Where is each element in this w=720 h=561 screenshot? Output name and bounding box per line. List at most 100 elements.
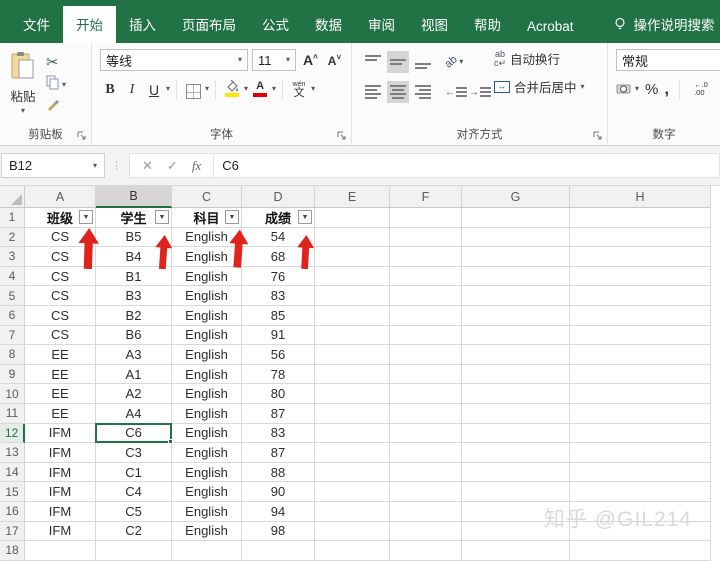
phonetic-button[interactable]: wén 文 <box>289 78 309 99</box>
comma-style-button[interactable]: , <box>664 79 669 99</box>
cell-B9[interactable]: A1 <box>96 364 172 385</box>
cell-F18[interactable] <box>390 541 462 561</box>
cell-F12[interactable] <box>390 423 462 444</box>
cell-A14[interactable]: IFM <box>25 462 96 483</box>
cell-H10[interactable] <box>570 384 711 404</box>
cell-G15[interactable] <box>462 482 570 502</box>
cell-C16[interactable]: English <box>172 501 242 522</box>
cell-F9[interactable] <box>390 364 462 385</box>
cell-F17[interactable] <box>390 521 462 542</box>
italic-button[interactable]: I <box>122 78 142 99</box>
cell-E4[interactable] <box>315 266 390 287</box>
cell-F15[interactable] <box>390 482 462 502</box>
copy-button[interactable]: ▾ <box>46 75 66 93</box>
cut-button[interactable]: ✂ <box>46 53 66 71</box>
cell-E18[interactable] <box>315 541 390 561</box>
font-name-combo[interactable]: 等线 ▾ <box>100 49 248 71</box>
insert-function-icon[interactable]: fx <box>192 158 201 174</box>
tab-视图[interactable]: 视图 <box>408 6 461 43</box>
cell-F4[interactable] <box>390 266 462 287</box>
cell-H9[interactable] <box>570 364 711 385</box>
cell-C12[interactable]: English <box>172 423 242 444</box>
cell-E12[interactable] <box>315 423 390 444</box>
filter-dropdown-button-D[interactable]: ▼ <box>298 210 312 225</box>
row-header-1[interactable]: 1 <box>0 208 25 228</box>
cell-E7[interactable] <box>315 325 390 346</box>
column-header-C[interactable]: C <box>172 186 242 208</box>
cell-A13[interactable]: IFM <box>25 443 96 463</box>
cell-A16[interactable]: IFM <box>25 501 96 522</box>
cell-F13[interactable] <box>390 443 462 463</box>
font-color-dropdown-icon[interactable]: ▾ <box>272 84 276 93</box>
cell-G18[interactable] <box>462 541 570 561</box>
cell-G4[interactable] <box>462 266 570 287</box>
cell-B12[interactable]: C6 <box>96 423 172 444</box>
cell-G5[interactable] <box>462 286 570 306</box>
formula-bar-grip[interactable]: ⋮ <box>111 159 123 172</box>
cell-B8[interactable]: A3 <box>96 345 172 365</box>
row-header-6[interactable]: 6 <box>0 305 25 326</box>
cell-B11[interactable]: A4 <box>96 403 172 424</box>
select-all-corner[interactable] <box>0 186 25 208</box>
cell-A8[interactable]: EE <box>25 345 96 365</box>
column-header-B[interactable]: B <box>96 186 172 208</box>
cell-D12[interactable]: 83 <box>242 423 315 444</box>
cell-G2[interactable] <box>462 227 570 248</box>
cell-H7[interactable] <box>570 325 711 346</box>
cell-B14[interactable]: C1 <box>96 462 172 483</box>
column-header-H[interactable]: H <box>570 186 711 208</box>
phonetic-dropdown-icon[interactable]: ▾ <box>311 84 315 93</box>
merge-center-dropdown-icon[interactable]: ▾ <box>581 82 585 91</box>
cell-D9[interactable]: 78 <box>242 364 315 385</box>
cell-H6[interactable] <box>570 305 711 326</box>
borders-button[interactable] <box>183 78 203 99</box>
cell-E15[interactable] <box>315 482 390 502</box>
row-header-14[interactable]: 14 <box>0 462 25 483</box>
cell-C8[interactable]: English <box>172 345 242 365</box>
increase-indent-button[interactable]: → <box>469 87 491 98</box>
column-header-D[interactable]: D <box>242 186 315 208</box>
cell-A15[interactable]: IFM <box>25 482 96 502</box>
increase-decimal-button[interactable]: ←.0 .00 <box>694 80 708 98</box>
cell-B10[interactable]: A2 <box>96 384 172 404</box>
cell-G1[interactable] <box>462 208 570 228</box>
cell-E8[interactable] <box>315 345 390 365</box>
align-right-button[interactable] <box>412 81 434 103</box>
tab-插入[interactable]: 插入 <box>116 6 169 43</box>
align-center-button[interactable] <box>387 81 409 103</box>
cell-E14[interactable] <box>315 462 390 483</box>
cell-D13[interactable]: 87 <box>242 443 315 463</box>
cell-E2[interactable] <box>315 227 390 248</box>
cell-G8[interactable] <box>462 345 570 365</box>
decrease-font-size-button[interactable]: A˅ <box>325 53 344 68</box>
font-size-combo[interactable]: 11 ▾ <box>252 49 296 71</box>
row-header-11[interactable]: 11 <box>0 403 25 424</box>
filter-dropdown-button-B[interactable]: ▼ <box>155 210 169 225</box>
paste-dropdown-icon[interactable]: ▾ <box>21 107 25 115</box>
formula-bar-input[interactable]: C6 <box>214 153 720 178</box>
fill-color-dropdown-icon[interactable]: ▾ <box>244 84 248 93</box>
tab-Acrobat[interactable]: Acrobat <box>514 11 587 43</box>
cell-A4[interactable]: CS <box>25 266 96 287</box>
cell-F2[interactable] <box>390 227 462 248</box>
cell-A5[interactable]: CS <box>25 286 96 306</box>
cell-E11[interactable] <box>315 403 390 424</box>
align-left-button[interactable] <box>362 81 384 103</box>
cell-F8[interactable] <box>390 345 462 365</box>
row-header-9[interactable]: 9 <box>0 364 25 385</box>
percent-style-button[interactable]: % <box>645 81 658 98</box>
cell-G14[interactable] <box>462 462 570 483</box>
orientation-button[interactable]: ab ▾ <box>443 53 464 70</box>
cell-G3[interactable] <box>462 247 570 267</box>
row-header-17[interactable]: 17 <box>0 521 25 542</box>
cell-G11[interactable] <box>462 403 570 424</box>
row-header-3[interactable]: 3 <box>0 247 25 267</box>
clipboard-dialog-launcher-icon[interactable] <box>77 131 87 141</box>
cell-D17[interactable]: 98 <box>242 521 315 542</box>
tab-开始[interactable]: 开始 <box>63 6 116 43</box>
row-header-7[interactable]: 7 <box>0 325 25 346</box>
filter-dropdown-button-A[interactable]: ▼ <box>79 210 93 225</box>
cell-G9[interactable] <box>462 364 570 385</box>
cell-A12[interactable]: IFM <box>25 423 96 444</box>
cell-A9[interactable]: EE <box>25 364 96 385</box>
